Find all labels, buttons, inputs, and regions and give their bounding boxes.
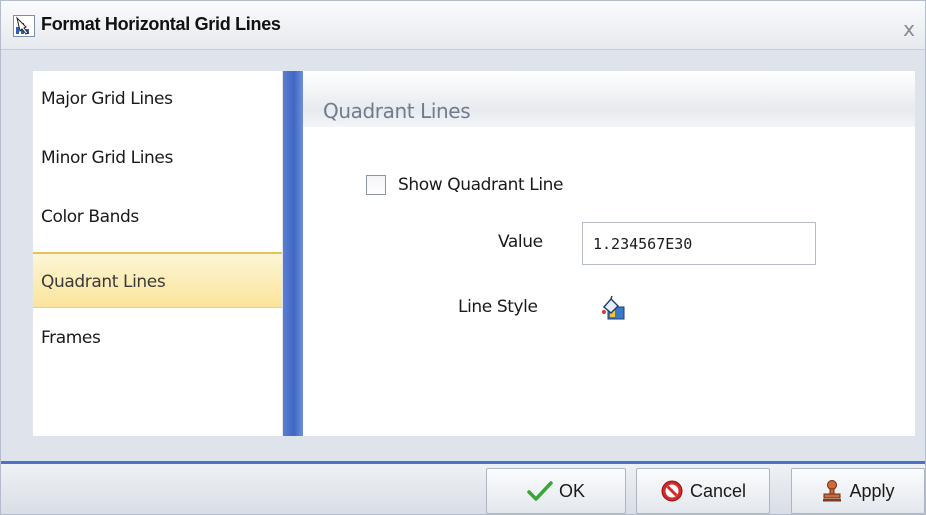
category-nav: Major Grid Lines Minor Grid Lines Color … <box>33 71 282 436</box>
section-title: Quadrant Lines <box>323 99 471 123</box>
cancel-button-label: Cancel <box>689 480 747 501</box>
ok-button-label: OK <box>558 480 585 501</box>
section-header: Quadrant Lines <box>303 71 915 127</box>
dialog-title: Format Horizontal Grid Lines <box>41 14 281 34</box>
value-label: Value <box>498 232 543 252</box>
apply-button-label: Apply <box>849 480 895 501</box>
show-quadrant-line-checkbox[interactable] <box>366 175 386 195</box>
nav-item-quadrant-lines[interactable]: Quadrant Lines <box>33 252 282 308</box>
paint-bucket-icon[interactable] <box>599 295 629 323</box>
nav-item-minor-grid-lines[interactable]: Minor Grid Lines <box>33 130 282 186</box>
cancel-button[interactable]: Cancel <box>636 468 770 514</box>
ok-button[interactable]: OK <box>486 468 626 514</box>
value-input[interactable] <box>582 222 816 265</box>
close-icon[interactable]: x <box>899 19 919 39</box>
content-panel: Quadrant Lines Show Quadrant Line Value … <box>303 71 915 436</box>
checkmark-icon <box>527 480 553 502</box>
no-entry-icon <box>660 479 684 503</box>
apply-button[interactable]: Apply <box>791 468 925 514</box>
show-quadrant-line-label[interactable]: Show Quadrant Line <box>398 175 564 195</box>
nav-item-frames[interactable]: Frames <box>33 310 282 366</box>
button-bar: OK Cancel Apply <box>1 464 925 514</box>
title-bar[interactable]: Format Horizontal Grid Lines x <box>1 1 925 50</box>
nav-item-color-bands[interactable]: Color Bands <box>33 189 282 245</box>
nav-item-major-grid-lines[interactable]: Major Grid Lines <box>33 71 282 127</box>
stamp-icon <box>821 479 843 503</box>
line-style-label: Line Style <box>458 297 538 317</box>
chart-format-icon <box>13 15 35 37</box>
format-horizontal-grid-lines-dialog: Format Horizontal Grid Lines x Major Gri… <box>0 0 926 515</box>
panel-splitter[interactable] <box>283 71 303 436</box>
